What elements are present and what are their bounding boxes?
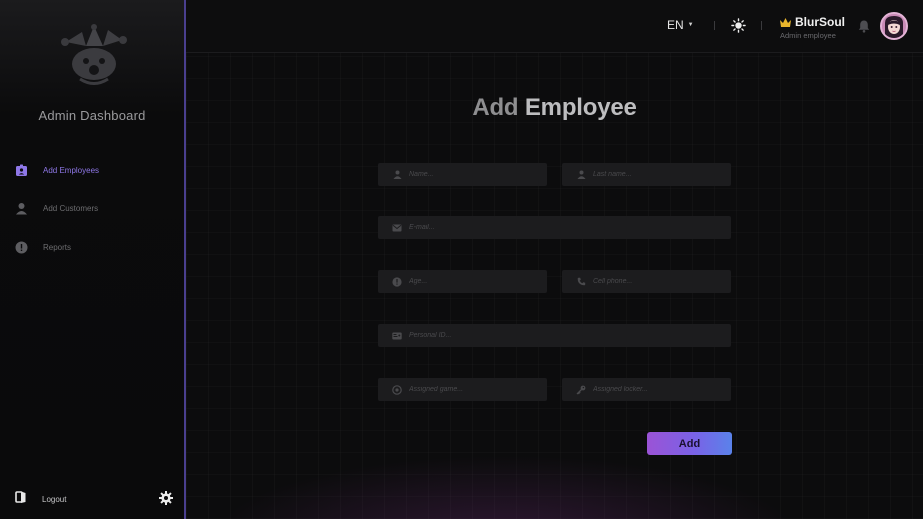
sidebar-item-label: Reports xyxy=(43,242,72,252)
user-role: Admin employee xyxy=(780,31,836,40)
age-input[interactable] xyxy=(409,278,533,285)
assigned-locker-field[interactable] xyxy=(562,378,731,401)
user-name-text: BlurSoul xyxy=(795,15,845,29)
top-bar: EN ▼ BlurSoul Admin employee xyxy=(186,0,923,53)
badge-icon xyxy=(14,163,29,178)
assigned-game-input[interactable] xyxy=(409,386,533,393)
logout-label: Logout xyxy=(42,495,67,504)
gear-icon[interactable] xyxy=(158,490,174,506)
sidebar: Admin Dashboard Add Employees Add Custom… xyxy=(0,0,186,519)
person-icon xyxy=(14,201,29,216)
crown-icon xyxy=(780,17,791,27)
name-field[interactable] xyxy=(378,163,547,186)
sun-icon[interactable] xyxy=(731,18,746,33)
assigned-locker-input[interactable] xyxy=(593,386,717,393)
assigned-game-field[interactable] xyxy=(378,378,547,401)
divider xyxy=(761,21,762,30)
avatar-image xyxy=(882,14,906,38)
sidebar-item-label: Add Employees xyxy=(43,165,100,175)
last-name-field[interactable] xyxy=(562,163,731,186)
page-title: Add Employee xyxy=(186,94,923,122)
language-selector[interactable]: EN ▼ xyxy=(667,18,694,32)
app-brand-title: Admin Dashboard xyxy=(38,108,146,123)
name-input[interactable] xyxy=(409,171,533,178)
logout-icon xyxy=(14,490,28,509)
sidebar-item-label: Add Customers xyxy=(43,203,99,213)
user-avatar[interactable] xyxy=(880,12,908,40)
sidebar-item-add-customers[interactable]: Add Customers xyxy=(14,200,98,216)
page-title-part2: Employee xyxy=(524,94,637,121)
logout-button[interactable]: Logout xyxy=(14,490,66,509)
cell-phone-input[interactable] xyxy=(593,278,717,285)
id-card-icon xyxy=(392,331,402,341)
bell-icon[interactable] xyxy=(857,19,871,33)
alert-circle-icon xyxy=(14,240,29,255)
personal-id-field[interactable] xyxy=(378,324,731,347)
jester-logo-icon xyxy=(61,24,127,85)
email-input[interactable] xyxy=(409,224,681,231)
phone-icon xyxy=(576,277,586,287)
person-icon xyxy=(392,170,402,180)
personal-id-input[interactable] xyxy=(409,332,681,339)
email-field[interactable] xyxy=(378,216,731,239)
main-content: EN ▼ BlurSoul Admin employee Add Employe… xyxy=(186,0,923,519)
caret-down-icon: ▼ xyxy=(687,22,694,28)
info-circle-icon xyxy=(392,276,402,287)
sidebar-item-add-employees[interactable]: Add Employees xyxy=(14,162,99,178)
mail-icon xyxy=(392,223,402,233)
key-icon xyxy=(576,385,586,395)
person-icon xyxy=(576,170,586,180)
divider xyxy=(714,21,715,30)
language-label: EN xyxy=(667,18,684,32)
age-field[interactable] xyxy=(378,270,547,293)
page-title-part1: Add xyxy=(472,94,525,121)
sidebar-item-reports[interactable]: Reports xyxy=(14,239,71,255)
add-button[interactable]: Add xyxy=(647,432,732,455)
target-icon xyxy=(392,384,402,395)
user-name: BlurSoul xyxy=(779,15,845,29)
last-name-input[interactable] xyxy=(593,171,717,178)
cell-phone-field[interactable] xyxy=(562,270,731,293)
